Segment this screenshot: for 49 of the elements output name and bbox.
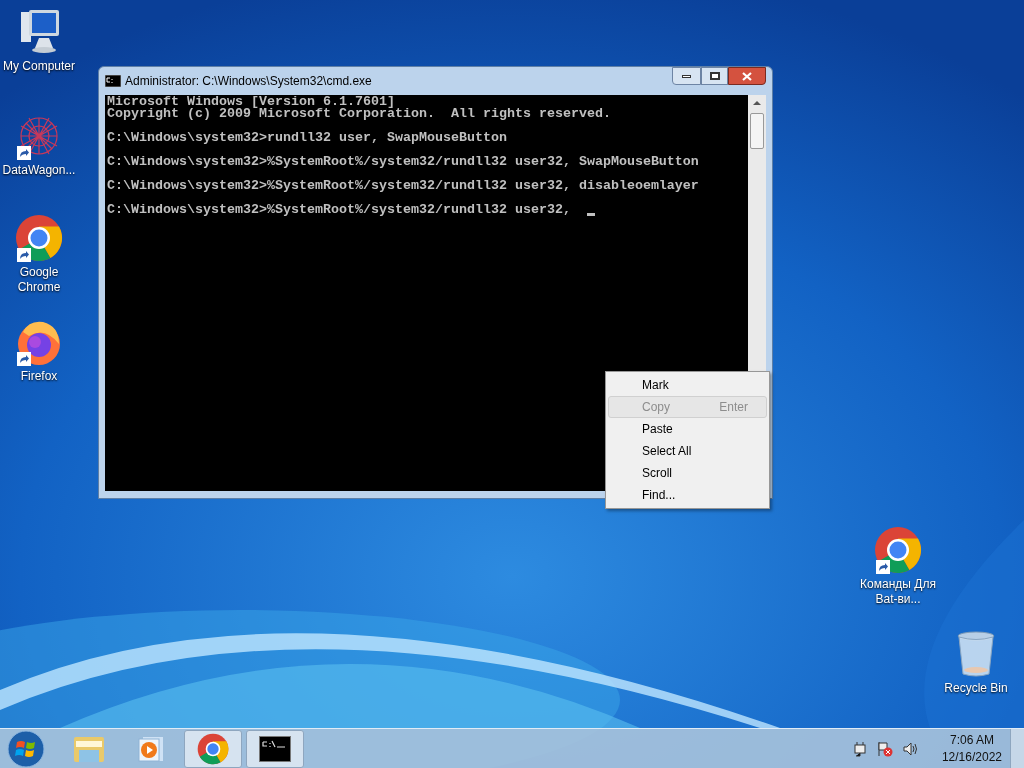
desktop-icon-label[interactable]: Google Chrome	[0, 265, 78, 295]
menu-item-label: Paste	[642, 421, 673, 438]
menu-item-label: Select All	[642, 443, 692, 460]
menu-item[interactable]: Scroll	[608, 462, 767, 484]
menu-item-label: Scroll	[642, 465, 672, 482]
maximize-button[interactable]	[701, 67, 728, 85]
desktop-icon-label[interactable]: DataWagon...	[2, 163, 76, 178]
close-icon	[742, 71, 752, 81]
menu-item[interactable]: Mark	[608, 374, 767, 396]
menu-item-label: Find...	[642, 487, 676, 504]
desktop-icon-label[interactable]: My Computer	[3, 59, 75, 74]
recycle-bin-icon	[956, 630, 996, 678]
menu-item[interactable]: Select All	[608, 440, 767, 462]
restore-icon	[709, 72, 720, 80]
chrome-icon	[874, 526, 922, 574]
flag-warning-icon[interactable]	[875, 740, 894, 757]
start-button[interactable]	[6, 728, 46, 768]
console-line: C:\Windows\system32>%SystemRoot%/system32/rundll32 user32, disableoemlayer	[107, 180, 699, 192]
media-player-icon[interactable]	[137, 734, 165, 763]
desktop-icon-label[interactable]: Команды Для Bat-ви...	[859, 577, 937, 607]
network-icon[interactable]	[851, 740, 868, 757]
windows-logo-icon	[7, 729, 45, 768]
menu-item[interactable]: Find...	[608, 484, 767, 506]
taskbar-button[interactable]	[246, 729, 304, 768]
clock[interactable]: 7:06 AM 12/16/2022	[941, 731, 1002, 766]
window-title: Administrator: C:\Windows\System32\cmd.exe	[125, 73, 372, 90]
console-line: C:\Windows\system32>%SystemRoot%/system32/rundll32 user32, SwapMouseButton	[107, 156, 699, 168]
minimize-icon	[682, 74, 691, 78]
chrome-icon	[15, 214, 63, 262]
console-line: C:\Windows\system32>%SystemRoot%/system32/rundll32 user32,	[107, 204, 572, 216]
console-line: Copyright (c) 2009 Microsoft Corporation. All rights reserved.	[107, 108, 611, 120]
minimize-button[interactable]	[672, 67, 701, 85]
volume-icon[interactable]	[901, 740, 920, 757]
menu-item-label: Mark	[642, 377, 669, 394]
desktop-icon-label[interactable]: Recycle Bin	[944, 681, 1008, 696]
clock-time: 7:06 AM	[949, 731, 994, 749]
command-prompt-icon[interactable]	[259, 735, 291, 762]
console-line: C:\Windows\system32>rundll32 user, SwapMouseButton	[107, 132, 507, 144]
scroll-thumb[interactable]	[750, 113, 764, 149]
scroll-up-icon[interactable]	[753, 101, 761, 105]
chrome-icon	[197, 732, 229, 765]
command-prompt-icon	[105, 75, 121, 87]
menu-item-label: Copy	[642, 399, 670, 416]
shortcut-label: Enter	[719, 399, 748, 416]
clock-date: 12/16/2022	[941, 748, 1002, 766]
close-button[interactable]	[728, 67, 766, 85]
menu-item[interactable]: Paste	[608, 418, 767, 440]
console-line: Microsoft Windows [Version 6.1.7601]	[107, 96, 395, 108]
desktop-icon-label[interactable]: Firefox	[20, 369, 58, 384]
